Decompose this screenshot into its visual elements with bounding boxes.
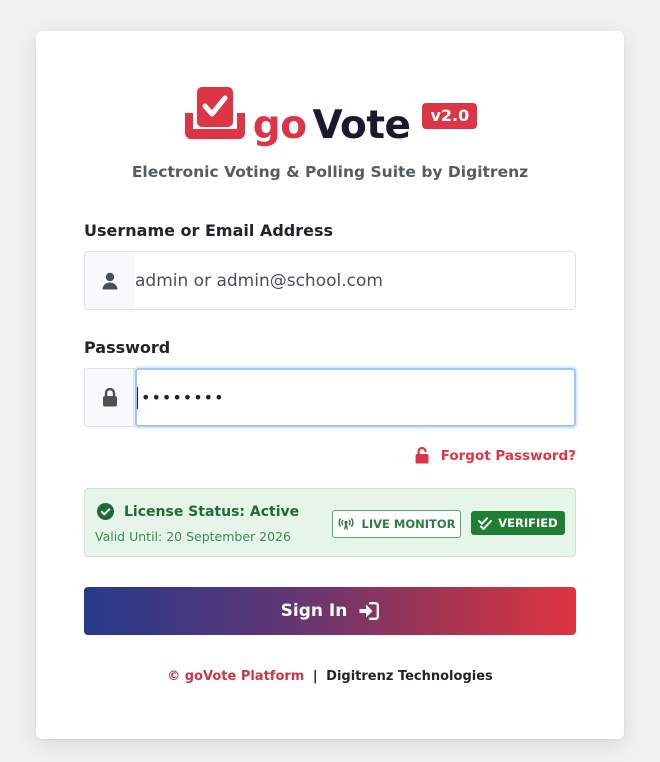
footer-separator: | xyxy=(312,669,318,684)
ballot-box-check-icon xyxy=(183,83,247,143)
check-circle-icon xyxy=(97,503,114,520)
brand-name: go Vote xyxy=(253,106,411,145)
password-label: Password xyxy=(84,338,171,357)
sign-in-label: Sign In xyxy=(280,601,348,621)
license-status-text: License Status: Active xyxy=(124,503,300,520)
forgot-password-label: Forgot Password? xyxy=(440,447,576,464)
tagline: Electronic Voting & Polling Suite by Dig… xyxy=(131,163,529,181)
live-monitor-label: LIVE MONITOR xyxy=(361,517,456,531)
verified-badge: VERIFIED xyxy=(471,511,565,535)
username-input[interactable]: admin or admin@school.com xyxy=(135,251,576,310)
sign-in-icon xyxy=(359,602,380,620)
text-cursor xyxy=(137,386,138,409)
password-input[interactable]: •••••••• xyxy=(135,368,576,427)
license-panel: License Status: Active Valid Until: 20 S… xyxy=(84,488,576,557)
double-check-icon xyxy=(478,516,493,530)
user-icon xyxy=(84,251,135,310)
license-status: License Status: Active xyxy=(97,503,299,520)
footer-company: Digitrenz Technologies xyxy=(326,669,493,684)
login-card: go Vote v2.0 Electronic Voting & Polling … xyxy=(36,31,624,739)
forgot-password-link[interactable]: Forgot Password? xyxy=(415,447,576,464)
forgot-row: Forgot Password? xyxy=(84,447,576,464)
username-label: Username or Email Address xyxy=(84,221,334,240)
password-group: •••••••• xyxy=(84,368,576,427)
logo: go Vote v2.0 xyxy=(84,83,576,145)
brand-vote: Vote xyxy=(312,103,411,148)
username-group: admin or admin@school.com xyxy=(84,251,576,310)
password-value: •••••••• xyxy=(141,388,225,407)
footer-platform-link[interactable]: © goVote Platform xyxy=(167,669,304,684)
username-placeholder: admin or admin@school.com xyxy=(135,270,383,291)
unlock-icon xyxy=(415,447,429,464)
broadcast-tower-icon xyxy=(338,518,354,530)
version-badge: v2.0 xyxy=(422,103,478,129)
footer: © goVote Platform | Digitrenz Technologi… xyxy=(84,669,576,684)
brand-go: go xyxy=(252,103,307,148)
license-valid-until: Valid Until: 20 September 2026 xyxy=(95,529,291,544)
verified-label: VERIFIED xyxy=(498,516,558,530)
lock-icon xyxy=(84,368,135,427)
live-monitor-button[interactable]: LIVE MONITOR xyxy=(332,510,461,538)
sign-in-button[interactable]: Sign In xyxy=(84,587,576,635)
